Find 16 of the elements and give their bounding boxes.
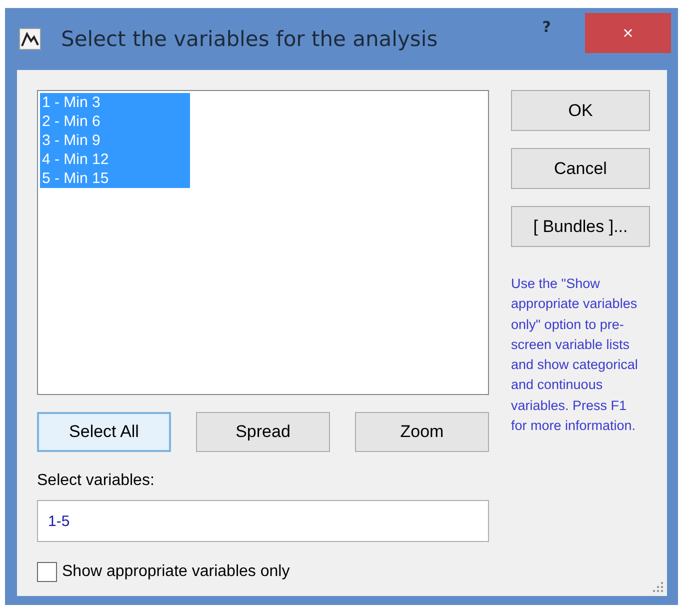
dialog-button[interactable]: [ Bundles ]... [511, 206, 650, 247]
help-button[interactable]: ? [542, 18, 551, 36]
chart-icon [19, 28, 41, 50]
close-button[interactable]: × [585, 13, 671, 53]
help-text: Use the "Show appropriate variables only" option to pre-screen variable lists and show categorical and continuous variables. Press F1 for more information. [511, 275, 639, 436]
list-button[interactable]: Spread [196, 412, 330, 452]
dialog-button[interactable]: OK [511, 90, 650, 131]
select-variables-label: Select variables: [37, 472, 156, 490]
checkbox[interactable] [37, 562, 57, 582]
resize-grip-icon[interactable] [652, 581, 664, 593]
list-button[interactable]: Select All [37, 412, 171, 452]
dialog-button[interactable]: Cancel [511, 148, 650, 189]
window-title: Select the variables for the analysis [61, 27, 439, 51]
select-variables-field[interactable]: 1-5 [37, 500, 489, 542]
checkbox-label[interactable]: Show appropriate variables only [62, 563, 290, 581]
list-button[interactable]: Zoom [355, 412, 489, 452]
